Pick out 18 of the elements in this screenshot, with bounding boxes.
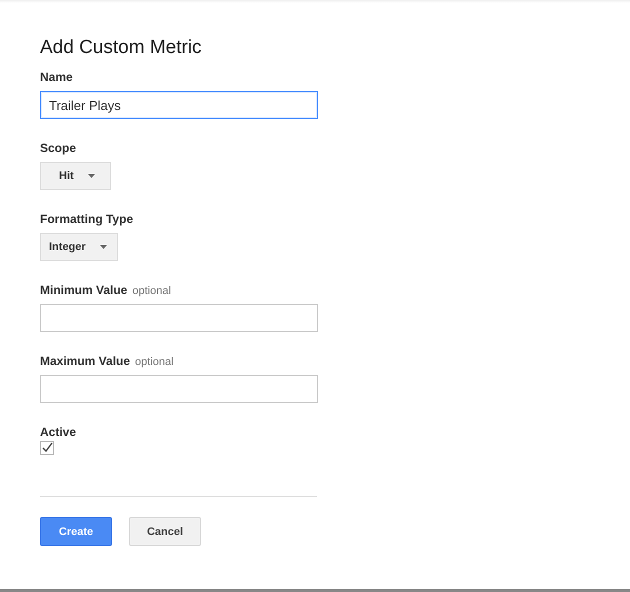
field-label: Name: [40, 69, 73, 85]
field-label: Minimum Value: [40, 282, 128, 298]
text-field[interactable]: [40, 375, 318, 403]
caret-icon: [88, 174, 95, 178]
dropdown[interactable]: Hit: [40, 162, 111, 190]
field-label: Maximum Value: [40, 353, 130, 369]
dropdown[interactable]: Integer: [40, 233, 118, 261]
cancel-button[interactable]: Cancel: [129, 517, 201, 546]
field-label: Scope: [40, 140, 76, 156]
checkbox[interactable]: [40, 441, 54, 455]
text-field[interactable]: [40, 304, 318, 332]
optional-hint: optional: [132, 284, 171, 299]
text-field[interactable]: Trailer Plays: [40, 91, 318, 119]
field-label: Active: [40, 424, 76, 440]
caret-icon: [100, 245, 107, 249]
optional-hint: optional: [135, 355, 174, 370]
field-label: Formatting Type: [40, 211, 134, 227]
dialog-title: Add Custom Metric: [40, 36, 203, 60]
